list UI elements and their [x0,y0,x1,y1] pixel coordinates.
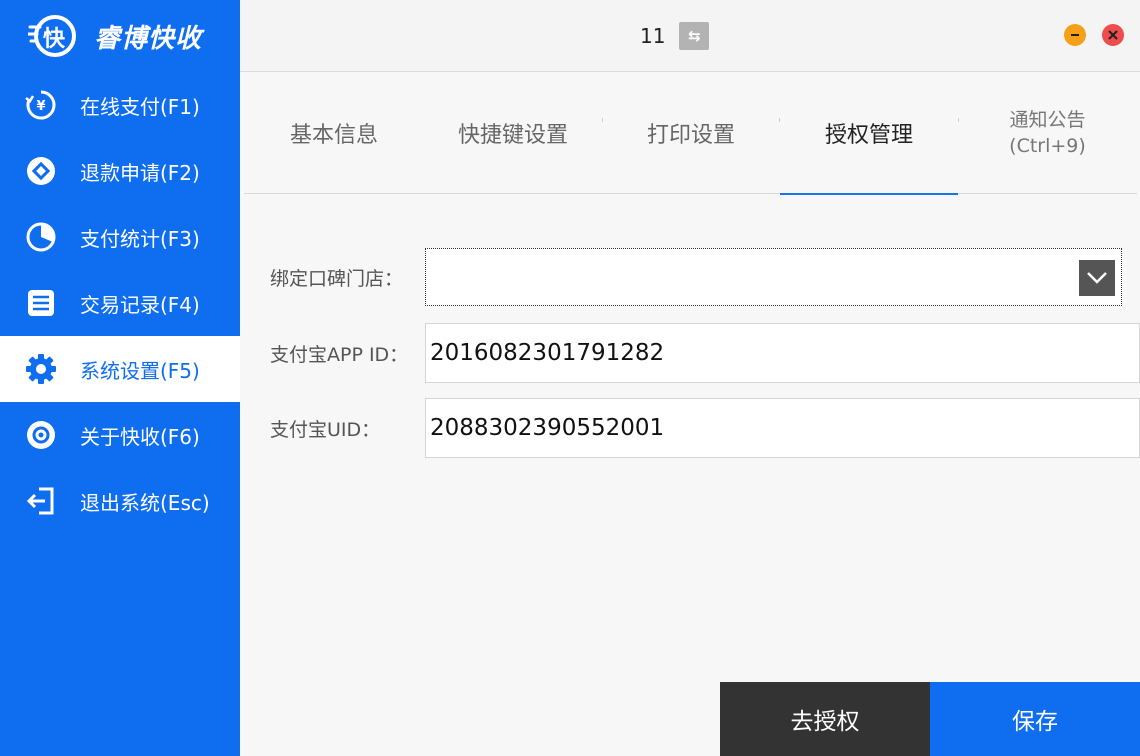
uid-row: 支付宝UID： 2088302390552001 [270,398,1140,458]
deauthorize-button[interactable]: 去授权 [720,682,930,756]
sidebar-item-label: 退出系统(Esc) [80,490,210,515]
tab-divider [779,118,780,122]
sidebar-item-label: 退款申请(F2) [80,160,200,185]
store-label: 绑定口碑门店： [270,267,404,290]
store-row: 绑定口碑门店： [270,248,1122,306]
settings-tabs: 基本信息 快捷键设置 打印设置 授权管理 通知公告 (Ctrl+9) [244,72,1137,195]
app-id-label: 支付宝APP ID： [270,343,409,366]
logout-icon [24,484,58,518]
sidebar-item-refund[interactable]: 退款申请(F2) [0,138,240,204]
tab-print-settings[interactable]: 打印设置 [602,72,780,194]
tab-notices[interactable]: 通知公告 (Ctrl+9) [958,72,1137,194]
tab-label: 通知公告 (Ctrl+9) [1009,107,1086,159]
app-id-input[interactable]: 2016082301791282 [425,323,1140,383]
list-icon [24,286,58,320]
pie-chart-icon [24,220,58,254]
sidebar-item-settings[interactable]: 系统设置(F5) [0,336,240,402]
logo-char: 快 [43,27,66,52]
sidebar-item-stats[interactable]: 支付统计(F3) [0,204,240,270]
tab-divider [958,118,959,122]
minimize-icon[interactable] [1064,24,1086,46]
sidebar-item-label: 支付统计(F3) [80,226,200,251]
uid-label: 支付宝UID： [270,418,381,441]
save-button[interactable]: 保存 [930,682,1140,756]
tab-divider [602,118,603,122]
tab-label: 授权管理 [824,123,913,148]
tab-basic-info[interactable]: 基本信息 [244,72,424,194]
tab-label: 基本信息 [289,123,378,148]
eye-icon [24,418,58,452]
chevron-down-icon[interactable] [1079,260,1115,296]
sidebar-item-label: 在线支付(F1) [80,94,200,119]
tab-label-line1: 通知公告 [1009,109,1086,131]
sidebar-item-label: 交易记录(F4) [80,292,200,317]
close-icon[interactable] [1102,24,1124,46]
yuan-icon: ¥ [24,88,58,122]
sidebar: 快 睿博快收 ¥ 在线支付(F1) 退款申请(F2) 支付统计(F3) 交易记录… [0,0,240,756]
sidebar-item-logout[interactable]: 退出系统(Esc) [0,468,240,534]
title-bar: 11 ⇆ [240,0,1140,72]
refund-icon [24,154,58,188]
sidebar-nav: ¥ 在线支付(F1) 退款申请(F2) 支付统计(F3) 交易记录(F4) 系统… [0,72,240,534]
sidebar-item-online-pay[interactable]: ¥ 在线支付(F1) [0,72,240,138]
store-select[interactable] [425,248,1122,306]
svg-text:¥: ¥ [36,99,45,114]
gear-icon [24,352,58,386]
terminal-number: 11 [640,24,666,48]
app-id-row: 支付宝APP ID： 2016082301791282 [270,323,1140,383]
tab-label: 打印设置 [646,123,735,148]
logo-badge-icon: 快 [26,11,78,61]
sidebar-item-label: 系统设置(F5) [80,358,200,383]
terminal-indicator: 11 ⇆ [640,20,710,52]
sidebar-item-label: 关于快收(F6) [80,424,200,449]
app-logo: 快 睿博快收 [26,8,203,64]
tab-label-line2: (Ctrl+9) [1009,135,1086,157]
uid-input[interactable]: 2088302390552001 [425,398,1140,458]
sidebar-item-records[interactable]: 交易记录(F4) [0,270,240,336]
tab-label: 快捷键设置 [457,123,568,148]
sidebar-item-about[interactable]: 关于快收(F6) [0,402,240,468]
app-name: 睿博快收 [94,23,203,54]
tab-shortcut-settings[interactable]: 快捷键设置 [424,72,602,194]
swap-icon[interactable]: ⇆ [679,22,710,50]
tab-authorization[interactable]: 授权管理 [780,72,958,195]
